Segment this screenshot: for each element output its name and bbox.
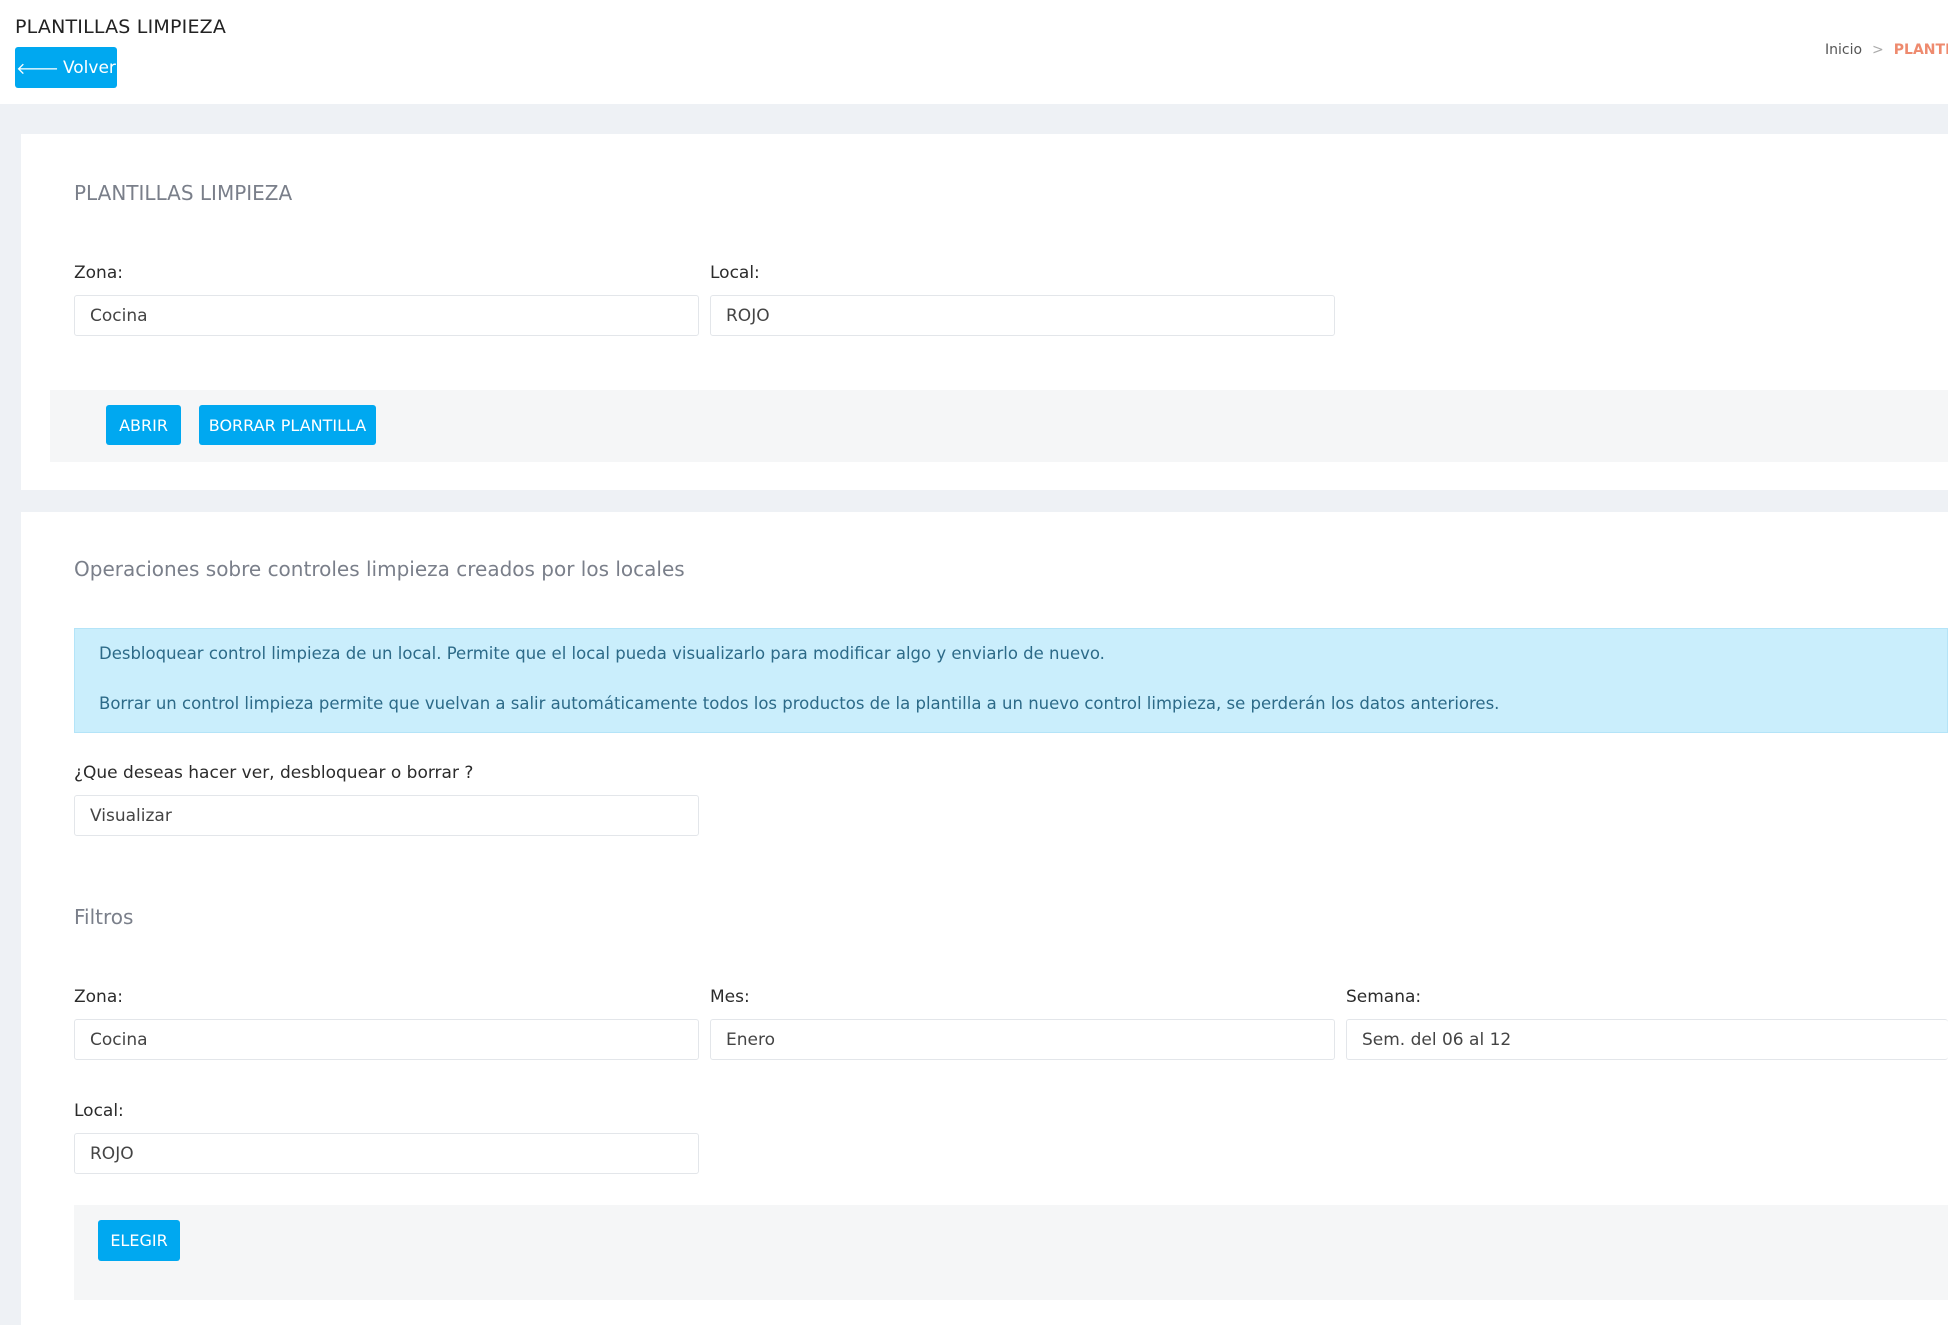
delete-template-button[interactable]: BORRAR PLANTILLA — [199, 405, 376, 445]
back-button[interactable]: 🡐 Volver — [15, 47, 117, 88]
filter-local-label: Local: — [74, 1101, 124, 1121]
filter-mes-label: Mes: — [710, 987, 750, 1007]
info-line-unlock: Desbloquear control limpieza de un local… — [99, 644, 1105, 663]
arrow-left-icon: 🡐 — [16, 58, 59, 78]
zona-select[interactable]: Cocina — [74, 295, 699, 336]
filters-title: Filtros — [74, 905, 134, 929]
info-alert: Desbloquear control limpieza de un local… — [74, 628, 1948, 733]
local-label: Local: — [710, 263, 760, 283]
chevron-right-icon: > — [1872, 42, 1884, 58]
filter-mes-select[interactable]: Enero — [710, 1019, 1335, 1060]
operations-card-title: Operaciones sobre controles limpieza cre… — [74, 557, 685, 581]
local-select[interactable]: ROJO — [710, 295, 1335, 336]
filter-zona-label: Zona: — [74, 987, 123, 1007]
open-button[interactable]: ABRIR — [106, 405, 181, 445]
filter-semana-select[interactable]: Sem. del 06 al 12 — [1346, 1019, 1948, 1060]
filters-actions-bar: ELEGIR — [74, 1205, 1948, 1300]
back-button-label: Volver — [62, 57, 116, 78]
action-select[interactable]: Visualizar — [74, 795, 699, 836]
templates-card: PLANTILLAS LIMPIEZA Zona: Cocina Local: … — [21, 134, 1948, 490]
breadcrumb-home[interactable]: Inicio — [1825, 42, 1862, 58]
breadcrumb: Inicio > PLANTIL — [1825, 42, 1948, 58]
filter-zona-select[interactable]: Cocina — [74, 1019, 699, 1060]
info-line-delete: Borrar un control limpieza permite que v… — [99, 694, 1500, 713]
templates-card-title: PLANTILLAS LIMPIEZA — [74, 181, 293, 205]
breadcrumb-current: PLANTIL — [1893, 42, 1948, 58]
zona-label: Zona: — [74, 263, 123, 283]
choose-button[interactable]: ELEGIR — [98, 1220, 180, 1261]
filter-semana-label: Semana: — [1346, 987, 1422, 1007]
templates-actions-bar: ABRIR BORRAR PLANTILLA — [50, 390, 1948, 462]
page-header: PLANTILLAS LIMPIEZA 🡐 Volver Inicio > PLAN… — [0, 0, 1948, 104]
action-label: ¿Que deseas hacer ver, desbloquear o bor… — [74, 763, 474, 783]
page-title: PLANTILLAS LIMPIEZA — [15, 16, 227, 38]
filter-local-select[interactable]: ROJO — [74, 1133, 699, 1174]
operations-card: Operaciones sobre controles limpieza cre… — [21, 512, 1948, 1325]
